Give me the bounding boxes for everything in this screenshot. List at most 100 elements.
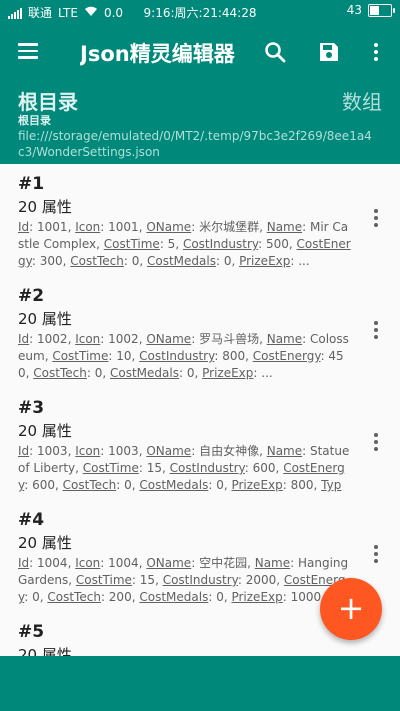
property-key: CostTech [62, 478, 117, 492]
property-key: Icon [75, 220, 101, 234]
property-key: PrizeExp [231, 590, 283, 604]
property-key: Icon [75, 332, 101, 346]
property-key: CostTech [70, 254, 124, 268]
more-vert-icon[interactable] [372, 433, 380, 453]
property-value: 1004 [37, 556, 68, 570]
property-key: CostTime [75, 573, 132, 587]
status-bar: 联通 LTE 0.0 9:16:周六:21:44:28 43 [0, 0, 400, 24]
item-attr-count: 20 属性 [18, 310, 72, 328]
property-value: 1001 [37, 220, 68, 234]
item-attr-count: 20 属性 [18, 198, 72, 216]
search-icon[interactable] [263, 40, 287, 64]
property-value: 0 [124, 478, 132, 492]
property-value: 1000 [290, 590, 322, 604]
item-index: #4 [18, 510, 45, 530]
property-key: CostTech [33, 366, 87, 380]
battery-icon [368, 3, 395, 17]
property-key: CostIndustry [169, 461, 245, 475]
more-vert-icon[interactable] [372, 545, 380, 565]
add-icon: + [337, 589, 365, 627]
property-key: Name [266, 220, 303, 234]
property-value: 米尔城堡群 [199, 220, 260, 234]
property-value: 15 [139, 573, 156, 587]
property-value: 800 [222, 349, 246, 363]
property-key: CostMedals [146, 254, 216, 268]
property-key: Id [18, 332, 30, 346]
property-value: 0 [223, 254, 232, 268]
property-value: 0 [94, 366, 103, 380]
more-vert-icon[interactable] [372, 321, 380, 341]
property-key: CostMedals [139, 478, 209, 492]
property-key: Icon [75, 556, 101, 570]
property-value: 自由女神像 [199, 444, 260, 458]
root-title: 根目录 [18, 90, 78, 114]
property-value: 500 [265, 237, 289, 251]
list-item[interactable]: #2 20 属性 Id: 1002, Icon: 1002, OName: 罗马斗兽… [0, 276, 400, 388]
property-value: 300 [39, 254, 63, 268]
list-item[interactable]: #3 20 属性 Id: 1003, Icon: 1003, OName: 自由女神… [0, 388, 400, 500]
property-key: CostIndustry [139, 349, 215, 363]
list-item[interactable]: #1 20 属性 Id: 1001, Icon: 1001, OName: 米尔城堡… [0, 164, 400, 276]
property-key: CostMedals [139, 590, 209, 604]
property-key: CostMedals [109, 366, 179, 380]
property-value: 1001 [108, 220, 139, 234]
property-key: OName [146, 556, 192, 570]
property-key: CostIndustry [162, 573, 238, 587]
file-path: file:///storage/emulated/0/MT2/.temp/97b… [18, 129, 372, 159]
property-key: CostEnergy [252, 349, 321, 363]
property-key: Name [254, 556, 291, 570]
property-value: 200 [108, 590, 132, 604]
property-value: 800 [290, 478, 314, 492]
menu-icon[interactable] [16, 40, 40, 64]
battery-percent: 43 [346, 3, 362, 17]
item-attr-count: 20 属性 [18, 646, 72, 656]
property-value: 0 [186, 366, 195, 380]
property-value: 5 [167, 237, 176, 251]
property-key: CostTime [82, 461, 139, 475]
item-properties: Id: 1004, Icon: 1004, OName: 空中花园, Name:… [18, 555, 352, 606]
property-value: 1002 [108, 332, 139, 346]
add-button[interactable]: + [320, 578, 382, 640]
status-time: 9:16:周六:21:44:28 [143, 6, 257, 20]
property-key: Id [18, 444, 30, 458]
property-key: Name [266, 444, 303, 458]
property-key: OName [146, 220, 192, 234]
property-value: 罗马斗兽场 [199, 332, 260, 346]
path-header: 根目录 数组 根目录 file:///storage/emulated/0/MT… [0, 80, 400, 164]
property-value: 0 [216, 590, 224, 604]
property-value: 10 [116, 349, 132, 363]
property-key: Id [18, 220, 30, 234]
property-key: Icon [75, 444, 101, 458]
property-key: PrizeExp [231, 478, 283, 492]
property-key: CostTech [47, 590, 101, 604]
property-value: 1002 [37, 332, 68, 346]
property-value: 1003 [37, 444, 68, 458]
node-type-label: 数组 [342, 90, 382, 114]
more-vert-icon[interactable] [364, 40, 388, 64]
property-key: CostTime [52, 349, 109, 363]
property-value: 0 [32, 590, 40, 604]
breadcrumb[interactable]: 根目录 [18, 112, 51, 128]
property-value: ... [261, 366, 273, 380]
property-value: 1003 [108, 444, 139, 458]
item-properties: Id: 1001, Icon: 1001, OName: 米尔城堡群, Name… [18, 220, 351, 268]
property-value: ... [298, 254, 310, 268]
property-value: 0 [216, 478, 224, 492]
property-value: 2000 [245, 573, 277, 587]
property-value: 600 [32, 478, 55, 492]
app-toolbar: Json精灵编辑器 [0, 24, 400, 80]
item-index: #5 [18, 622, 45, 642]
item-properties: Id: 1003, Icon: 1003, OName: 自由女神像, Name… [18, 443, 352, 494]
app-title: Json精灵编辑器 [80, 42, 235, 66]
property-value: 空中花园 [199, 556, 248, 570]
property-key: OName [146, 444, 192, 458]
item-attr-count: 20 属性 [18, 422, 72, 440]
item-index: #1 [18, 174, 45, 194]
more-vert-icon[interactable] [372, 209, 380, 229]
battery-fill [370, 5, 379, 15]
property-key: OName [146, 332, 192, 346]
property-value: 600 [252, 461, 276, 475]
item-attr-count: 20 属性 [18, 534, 72, 552]
property-value: 15 [146, 461, 162, 475]
save-icon[interactable] [317, 40, 341, 64]
